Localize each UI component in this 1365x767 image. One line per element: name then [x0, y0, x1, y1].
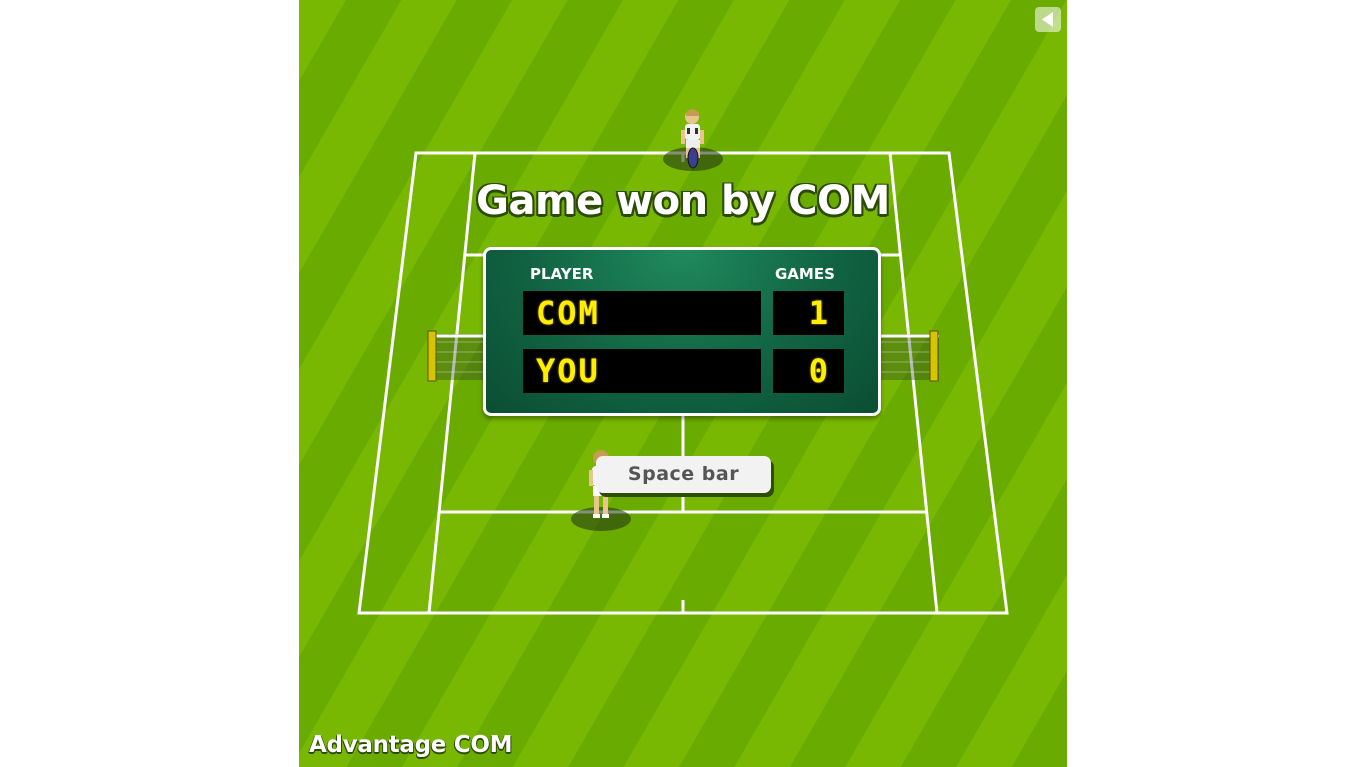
- game-screen: Game won by COM PLAYER GAMES COM 1 YOU 0…: [299, 0, 1067, 767]
- scoreboard-games-count: 1: [773, 291, 844, 335]
- com-player: [663, 109, 723, 171]
- games-column-header: GAMES: [775, 265, 835, 283]
- player-column-header: PLAYER: [530, 265, 594, 283]
- scoreboard-player-name: COM: [523, 291, 761, 335]
- net-post-left: [427, 330, 437, 382]
- scoreboard: PLAYER GAMES COM 1 YOU 0: [483, 247, 881, 416]
- game-result-title: Game won by COM: [476, 178, 890, 224]
- scoreboard-player-name: YOU: [523, 349, 761, 393]
- triangle-left-icon: [1042, 12, 1053, 27]
- back-button[interactable]: [1035, 7, 1061, 32]
- scoreboard-games-count: 0: [773, 349, 844, 393]
- space-bar-button[interactable]: Space bar: [596, 456, 771, 493]
- net-post-right: [929, 330, 939, 382]
- score-status: Advantage COM: [309, 732, 513, 758]
